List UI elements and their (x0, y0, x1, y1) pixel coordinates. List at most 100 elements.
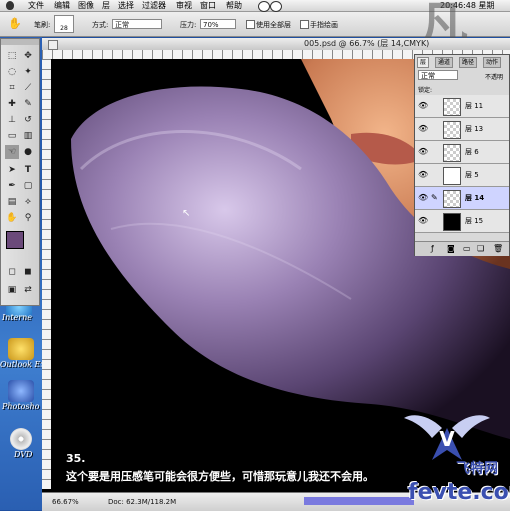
visibility-eye-icon[interactable]: 👁 (418, 216, 428, 225)
menu-select[interactable]: 选择 (118, 0, 134, 11)
new-set-icon[interactable]: ▭ (463, 244, 471, 253)
jump-to-imageready-icon[interactable]: ⇄ (21, 283, 35, 297)
pressure-value: 70% (203, 21, 219, 29)
trash-icon[interactable]: 🗑 (493, 244, 503, 253)
tab-channels[interactable]: 通道 (435, 57, 454, 68)
zoom-tool-icon[interactable]: ⚲ (21, 211, 35, 225)
lasso-tool-icon[interactable]: ◌ (5, 65, 19, 79)
slice-tool-icon[interactable]: ⟋ (21, 81, 35, 95)
toolbox: ⬚ ✥ ◌ ✦ ⌗ ⟋ ✚ ✎ ⊥ ↺ ▭ ▥ ☜ ● ➤ T ✒ ▢ ▤ ⟡ … (0, 38, 40, 306)
layer-row-selected[interactable]: 👁 ✎ 层 14 (415, 187, 509, 210)
layer-row[interactable]: 👁 层 13 (415, 118, 509, 141)
notes-tool-icon[interactable]: ▤ (5, 195, 19, 209)
document-title: 005.psd @ 66.7% (层 14,CMYK) (304, 39, 430, 48)
menu-window[interactable]: 窗口 (200, 0, 216, 11)
layer-thumbnail (443, 144, 461, 162)
visibility-eye-icon[interactable]: 👁 (418, 147, 428, 156)
shape-tool-icon[interactable]: ▢ (21, 179, 35, 193)
menu-help[interactable]: 帮助 (226, 0, 242, 11)
move-tool-icon[interactable]: ✥ (21, 49, 35, 63)
add-mask-icon[interactable]: ◙ (447, 244, 455, 253)
marquee-tool-icon[interactable]: ⬚ (5, 49, 19, 63)
layer-thumbnail (443, 190, 461, 208)
layer-style-icon[interactable]: ƒ (431, 244, 434, 253)
quick-mask-mode-icon[interactable]: ◼ (21, 265, 35, 279)
layers-palette: 层 通道 路径 动作 正常 不透明 锁定: 👁 层 11 👁 层 13 👁 层 … (414, 54, 510, 256)
clone-stamp-tool-icon[interactable]: ⊥ (5, 113, 19, 127)
pressure-field[interactable]: 70% (200, 19, 236, 29)
tab-paths[interactable]: 路径 (459, 57, 478, 68)
pen-tool-icon[interactable]: ✒ (5, 179, 19, 193)
layer-row[interactable]: 👁 层 15 (415, 210, 509, 233)
layer-name: 层 6 (465, 148, 479, 156)
crop-tool-icon[interactable]: ⌗ (5, 81, 19, 95)
foreground-color-swatch[interactable] (6, 231, 24, 249)
layer-name: 层 11 (465, 102, 484, 110)
menu-layer[interactable]: 层 (102, 0, 110, 11)
layer-thumbnail (443, 121, 461, 139)
menu-image[interactable]: 图像 (78, 0, 94, 11)
visibility-eye-icon[interactable]: 👁 (418, 170, 428, 179)
close-box-icon[interactable] (48, 40, 58, 50)
layer-row[interactable]: 👁 层 5 (415, 164, 509, 187)
gradient-tool-icon[interactable]: ▥ (21, 129, 35, 143)
eyes-left-icon (258, 1, 270, 12)
watermark-url: fevte.com (408, 480, 510, 505)
type-tool-icon[interactable]: T (21, 163, 35, 177)
apple-menu-icon[interactable] (6, 1, 14, 10)
new-layer-icon[interactable]: ❏ (477, 244, 484, 253)
mouse-pointer-icon: ↖ (182, 208, 191, 219)
visibility-eye-icon[interactable]: 👁 (418, 101, 428, 110)
finger-painting-label: 手指绘画 (310, 21, 338, 29)
blend-mode-dropdown[interactable]: 正常 (418, 70, 458, 80)
zoom-level: 66.67% (52, 498, 79, 506)
menu-view[interactable]: 审视 (176, 0, 192, 11)
desktop-label-internet: Interne (2, 313, 32, 322)
visibility-eye-icon[interactable]: 👁 (418, 193, 428, 202)
mode-dropdown[interactable]: 正常 (112, 19, 162, 29)
hand-tool-icon[interactable]: ✋ (5, 211, 19, 225)
eyedropper-tool-icon[interactable]: ⟡ (21, 195, 35, 209)
layer-name: 层 5 (465, 171, 479, 179)
photoshop-icon[interactable] (8, 380, 34, 402)
finger-painting-checkbox[interactable] (300, 20, 309, 29)
layer-name: 层 13 (465, 125, 484, 133)
path-selection-tool-icon[interactable]: ➤ (5, 163, 19, 177)
watermark-chinese: 飞特网 (456, 461, 498, 477)
horizontal-scrollbar[interactable] (304, 497, 414, 505)
dodge-tool-icon[interactable]: ● (21, 145, 35, 159)
smudge-tool-icon[interactable]: ☜ (5, 145, 19, 159)
brush-preset-picker[interactable]: 28 (54, 15, 74, 33)
healing-brush-tool-icon[interactable]: ✚ (5, 97, 19, 111)
tab-actions[interactable]: 动作 (483, 57, 502, 68)
toolbox-title-bar[interactable] (1, 39, 39, 45)
dvd-icon[interactable] (10, 428, 32, 450)
use-all-layers-checkbox[interactable] (246, 20, 255, 29)
layers-palette-footer: ƒ ◙ ▭ ❏ 🗑 (415, 241, 509, 256)
tab-layers[interactable]: 层 (417, 57, 430, 68)
blend-mode-value: 正常 (421, 72, 435, 80)
standard-mode-icon[interactable]: ◻ (5, 265, 19, 279)
magic-wand-tool-icon[interactable]: ✦ (21, 65, 35, 79)
desktop-label-photoshop: Photosho (2, 402, 40, 411)
menu-file[interactable]: 文件 (28, 0, 44, 11)
visibility-eye-icon[interactable]: 👁 (418, 124, 428, 133)
layer-name: 层 14 (465, 194, 485, 202)
eraser-tool-icon[interactable]: ▭ (5, 129, 19, 143)
brush-tool-icon[interactable]: ✎ (21, 97, 35, 111)
layer-row[interactable]: 👁 层 6 (415, 141, 509, 164)
pressure-label: 压力: (180, 21, 197, 29)
caption-step-number: 35. (66, 452, 86, 465)
smudge-tool-icon: ✋ (8, 17, 22, 30)
brush-label: 笔刷: (34, 21, 51, 29)
history-brush-tool-icon[interactable]: ↺ (21, 113, 35, 127)
desktop-label-outlook: Outlook Ex (0, 360, 45, 369)
menu-filter[interactable]: 过滤器 (142, 0, 166, 11)
desktop-label-dvd: DVD (14, 450, 33, 459)
use-all-layers-label: 使用全部层 (256, 21, 291, 29)
outlook-express-icon[interactable] (8, 338, 34, 360)
menu-edit[interactable]: 编辑 (54, 0, 70, 11)
screen-mode-icon[interactable]: ▣ (5, 283, 19, 297)
caption-text: 这个要是用压感笔可能会很方便些，可惜那玩意儿我还不会用。 (66, 470, 374, 483)
layer-row[interactable]: 👁 层 11 (415, 95, 509, 118)
